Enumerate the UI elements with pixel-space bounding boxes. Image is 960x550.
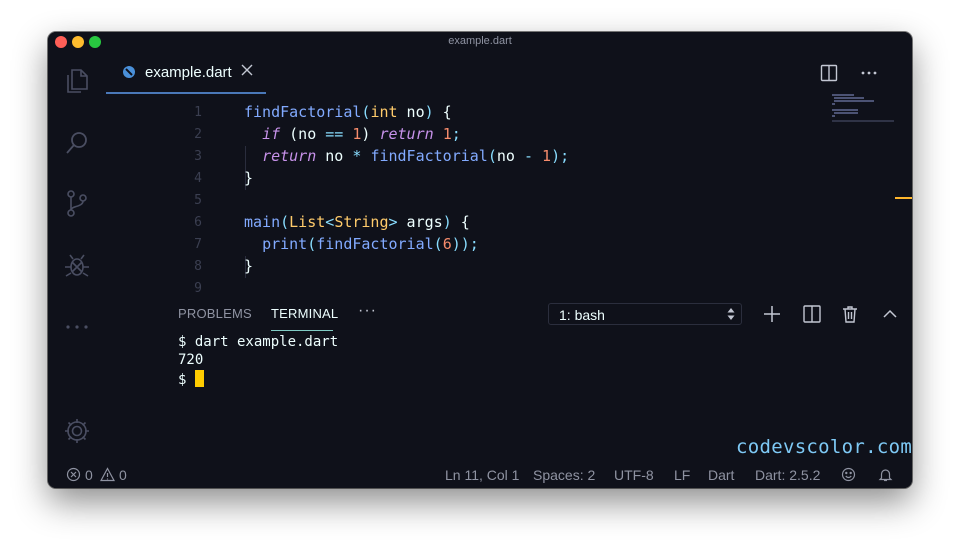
line-number: 1 xyxy=(194,105,202,120)
source-control-icon[interactable] xyxy=(62,188,92,218)
tab-problems[interactable]: PROBLEMS xyxy=(178,306,252,321)
line-number: 6 xyxy=(194,215,202,230)
terminal-select-value: 1: bash xyxy=(559,307,605,323)
chevron-updown-icon xyxy=(727,307,735,321)
encoding[interactable]: UTF-8 xyxy=(614,467,654,483)
close-tab-icon[interactable] xyxy=(240,63,254,77)
code-line[interactable]: 2 if (no == 1) return 1; xyxy=(106,124,866,146)
code-text: } xyxy=(244,169,254,187)
watermark: codevscolor.com xyxy=(736,436,912,458)
code-line[interactable]: 7 print(findFactorial(6)); xyxy=(106,234,866,256)
indentation[interactable]: Spaces: 2 xyxy=(533,467,595,483)
code-line[interactable]: 6 main(List<String> args) { xyxy=(106,212,866,234)
files-icon[interactable] xyxy=(62,66,92,96)
more-actions-icon[interactable] xyxy=(860,64,878,82)
new-terminal-icon[interactable] xyxy=(762,304,782,324)
terminal-select[interactable]: 1: bash xyxy=(548,303,742,325)
window-title: example.dart xyxy=(448,35,512,47)
line-number: 3 xyxy=(194,149,202,164)
code-text: findFactorial(int no) { xyxy=(244,103,452,121)
error-icon[interactable] xyxy=(66,467,81,482)
code-text: if (no == 1) return 1; xyxy=(262,125,461,143)
terminal-line-prompt: $ xyxy=(178,370,204,388)
code-line[interactable]: 1 findFactorial(int no) { xyxy=(106,102,866,124)
split-editor-icon[interactable] xyxy=(820,64,838,82)
search-icon[interactable] xyxy=(62,128,92,158)
line-number: 5 xyxy=(194,193,202,208)
split-terminal-icon[interactable] xyxy=(802,304,822,324)
vscode-window: example.dart example.dart 1 findFactoria… xyxy=(48,32,912,488)
line-number: 4 xyxy=(194,171,202,186)
debug-icon[interactable] xyxy=(62,250,92,280)
activity-bar xyxy=(48,52,106,460)
status-bar: 0 0 Ln 11, Col 1 Spaces: 2 UTF-8 LF Dart… xyxy=(48,460,912,488)
active-tab-indicator xyxy=(271,330,333,331)
feedback-smiley-icon[interactable] xyxy=(841,467,856,482)
terminal-line-command: $ dart example.dart xyxy=(178,334,339,350)
code-line[interactable]: 8} xyxy=(106,256,866,278)
language-mode[interactable]: Dart xyxy=(708,467,734,483)
panel-more-icon[interactable]: ··· xyxy=(358,302,377,320)
line-number: 8 xyxy=(194,259,202,274)
warning-icon[interactable] xyxy=(100,467,115,482)
error-count[interactable]: 0 xyxy=(85,467,93,483)
code-text: } xyxy=(244,257,254,275)
editor-actions xyxy=(814,64,894,82)
notifications-bell-icon[interactable] xyxy=(878,467,893,482)
tab-terminal[interactable]: TERMINAL xyxy=(271,306,338,321)
minimap[interactable] xyxy=(832,94,894,134)
title-bar: example.dart xyxy=(48,32,912,52)
code-text: main(List<String> args) { xyxy=(244,213,470,231)
tab-example-dart[interactable]: example.dart xyxy=(106,52,266,94)
code-editor[interactable]: 1 findFactorial(int no) { 2 if (no == 1) r… xyxy=(106,94,912,296)
scrollbar-cursor-marker xyxy=(895,197,912,199)
end-of-line[interactable]: LF xyxy=(674,467,690,483)
warning-count[interactable]: 0 xyxy=(119,467,127,483)
more-icon[interactable] xyxy=(62,312,92,342)
code-line[interactable]: 5 xyxy=(106,190,866,212)
line-number: 7 xyxy=(194,237,202,252)
prompt-text: $ xyxy=(178,372,195,388)
line-number: 2 xyxy=(194,127,202,142)
tab-label: example.dart xyxy=(145,64,232,81)
code-line[interactable]: 4} xyxy=(106,168,866,190)
cursor-position[interactable]: Ln 11, Col 1 xyxy=(445,467,519,483)
terminal-cursor xyxy=(194,370,204,387)
kill-terminal-icon[interactable] xyxy=(840,304,860,324)
dart-sdk-version[interactable]: Dart: 2.5.2 xyxy=(755,467,820,483)
maximize-panel-icon[interactable] xyxy=(880,304,900,324)
settings-gear-icon[interactable] xyxy=(62,416,92,446)
code-text: return no * findFactorial(no - 1); xyxy=(262,147,570,165)
dart-file-icon xyxy=(122,65,136,79)
editor-tab-bar: example.dart xyxy=(106,52,912,94)
terminal-line-output: 720 xyxy=(178,352,204,368)
code-line[interactable]: 3 return no * findFactorial(no - 1); xyxy=(106,146,866,168)
code-text: print(findFactorial(6)); xyxy=(262,235,479,253)
